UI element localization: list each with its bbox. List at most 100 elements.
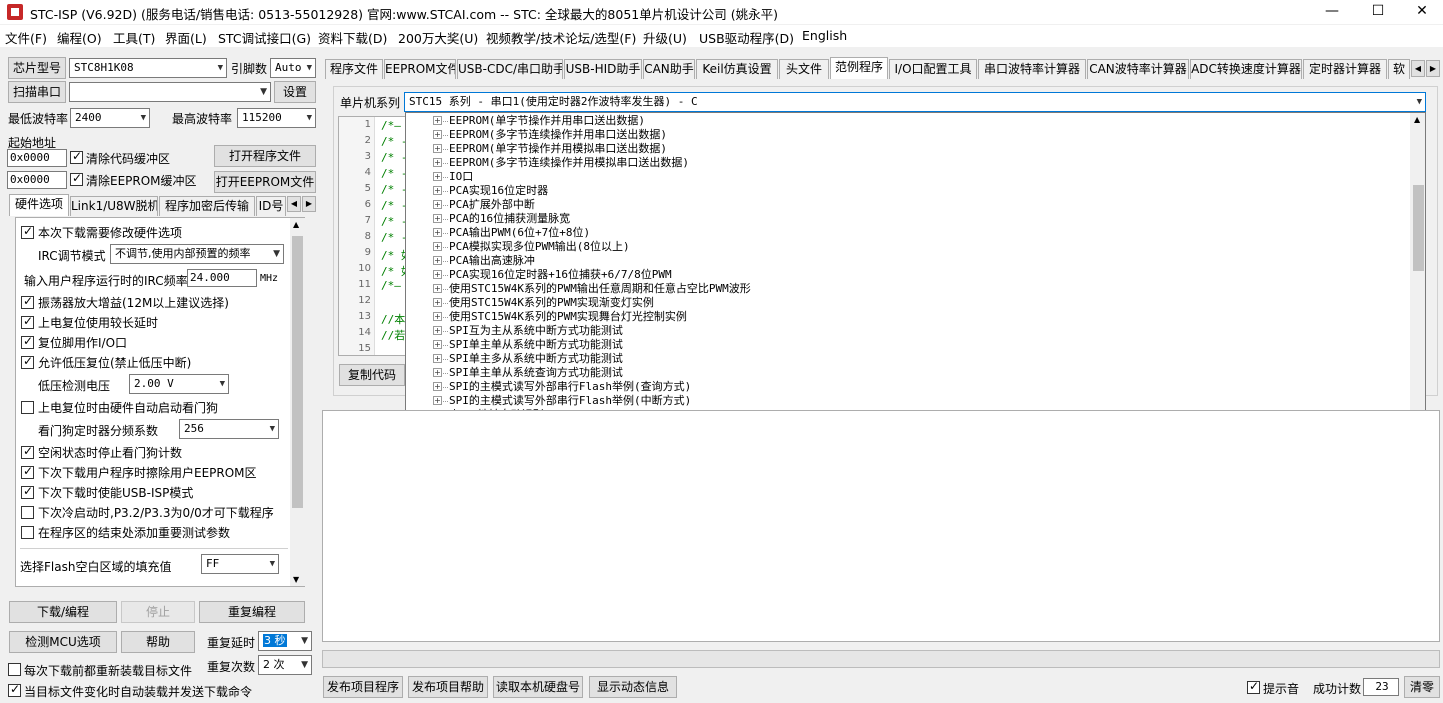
tab-uart-baud[interactable]: 串口波特率计算器 <box>978 59 1086 79</box>
code-addr-input[interactable]: 0x0000 <box>7 149 67 167</box>
tree-item[interactable]: PCA模拟实现多位PWM输出(8位以上) <box>449 240 630 254</box>
usb-isp-checkbox[interactable] <box>21 484 34 499</box>
menu-program[interactable]: 编程(O) <box>57 28 102 47</box>
clear-count-button[interactable]: 清零 <box>1404 676 1440 698</box>
expand-icon[interactable]: + <box>433 326 442 335</box>
expand-icon[interactable]: + <box>433 396 442 405</box>
menu-file[interactable]: 文件(F) <box>5 28 47 47</box>
tree-item[interactable]: PCA实现16位定时器+16位捕获+6/7/8位PWM <box>449 268 672 282</box>
max-baud-select[interactable]: 115200 ▼ <box>237 108 316 128</box>
expand-icon[interactable]: + <box>433 186 442 195</box>
tree-scrollbar-thumb[interactable] <box>1413 185 1424 271</box>
idle-stop-wdt-checkbox[interactable] <box>21 444 34 459</box>
flash-fill-select[interactable]: FF ▼ <box>201 554 279 574</box>
tab-io-config[interactable]: I/O口配置工具 <box>889 59 977 79</box>
hw-scrollbar-thumb[interactable] <box>292 236 303 508</box>
pin-count-select[interactable]: Auto ▼ <box>270 58 316 78</box>
publish-program-button[interactable]: 发布项目程序 <box>323 676 403 698</box>
menu-video[interactable]: 视频教学/技术论坛/选型(F) <box>486 28 636 47</box>
hint-sound-checkbox[interactable] <box>1247 679 1260 694</box>
help-button[interactable]: 帮助 <box>121 631 195 653</box>
tab-hardware[interactable]: 硬件选项 <box>9 194 69 216</box>
expand-icon[interactable]: + <box>433 144 442 153</box>
menu-debug[interactable]: STC调试接口(G) <box>218 28 311 47</box>
chevron-up-icon[interactable]: ▲ <box>293 220 299 229</box>
chevron-up-icon[interactable]: ▲ <box>1414 115 1420 124</box>
repeat-delay-select[interactable]: 3 秒 ▼ <box>258 631 312 651</box>
output-log[interactable] <box>322 410 1440 642</box>
code-editor[interactable]: 1 /*— 2 /* - 3 /* - 4 /* - 5 /* - 6 /* - 7 /* - 8 /* - 9… <box>338 116 412 356</box>
expand-icon[interactable]: + <box>433 172 442 181</box>
reprogram-button[interactable]: 重复编程 <box>199 601 305 623</box>
settings-button[interactable]: 设置 <box>274 81 316 103</box>
power-delay-checkbox[interactable] <box>21 314 34 329</box>
port-select[interactable]: ▼ <box>69 82 271 102</box>
add-params-checkbox[interactable] <box>21 526 34 539</box>
expand-icon[interactable]: + <box>433 116 442 125</box>
expand-icon[interactable]: + <box>433 214 442 223</box>
tab-program-file[interactable]: 程序文件 <box>325 59 383 79</box>
chip-type-select[interactable]: STC8H1K08 ▼ <box>69 58 227 78</box>
chevron-down-icon[interactable]: ▼ <box>293 575 299 584</box>
tab-eeprom-file[interactable]: EEPROM文件 <box>384 59 456 79</box>
tab-can-baud[interactable]: CAN波特率计算器 <box>1087 59 1189 79</box>
copy-code-button[interactable]: 复制代码 <box>339 364 405 386</box>
close-button[interactable]: ✕ <box>1399 0 1443 24</box>
expand-icon[interactable]: + <box>433 270 442 279</box>
tree-item[interactable]: EEPROM(单字节操作并用串口送出数据) <box>449 114 645 128</box>
tab-header-file[interactable]: 头文件 <box>779 59 829 79</box>
scan-port-button[interactable]: 扫描串口 <box>8 81 66 103</box>
tab-timer-calc[interactable]: 定时器计算器 <box>1303 59 1387 79</box>
open-program-file-button[interactable]: 打开程序文件 <box>214 145 316 167</box>
chip-type-button[interactable]: 芯片型号 <box>8 57 66 79</box>
menu-usb-driver[interactable]: USB驱动程序(D) <box>699 28 794 47</box>
menu-interface[interactable]: 界面(L) <box>165 28 207 47</box>
eeprom-addr-input[interactable]: 0x0000 <box>7 171 67 189</box>
tree-item[interactable]: 使用STC15W4K系列的PWM实现舞台灯光控制实例 <box>449 310 687 324</box>
expand-icon[interactable]: + <box>433 382 442 391</box>
tree-item[interactable]: SPI单主单从系统查询方式功能测试 <box>449 366 623 380</box>
tab-id[interactable]: ID号 <box>256 196 286 216</box>
tab-usb-hid[interactable]: USB-HID助手 <box>564 59 642 79</box>
detect-mcu-button[interactable]: 检测MCU选项 <box>9 631 117 653</box>
tab-adc-speed[interactable]: ADC转换速度计算器 <box>1190 59 1302 79</box>
tree-item[interactable]: PCA的16位捕获测量脉宽 <box>449 212 570 226</box>
auto-reload-checkbox[interactable] <box>8 682 21 697</box>
mcu-series-select[interactable]: STC15 系列 - 串口1(使用定时器2作波特率发生器) - C ▼ <box>404 92 1426 112</box>
expand-icon[interactable]: + <box>433 368 442 377</box>
tree-item[interactable]: 使用STC15W4K系列的PWM实现渐变灯实例 <box>449 296 654 310</box>
erase-eeprom-checkbox[interactable] <box>21 464 34 479</box>
reset-io-checkbox[interactable] <box>21 334 34 349</box>
tab-keil[interactable]: Keil仿真设置 <box>696 59 778 79</box>
expand-icon[interactable]: + <box>433 256 442 265</box>
tree-item[interactable]: EEPROM(多字节连续操作并用模拟串口送出数据) <box>449 156 689 170</box>
wdt-div-select[interactable]: 256 ▼ <box>179 419 279 439</box>
tree-item[interactable]: PCA实现16位定时器 <box>449 184 548 198</box>
expand-icon[interactable]: + <box>433 354 442 363</box>
menu-english[interactable]: English <box>802 28 847 43</box>
tabs-scroll-left[interactable]: ◀ <box>1411 60 1425 77</box>
tab-scroll-left[interactable]: ◀ <box>287 196 301 212</box>
reload-before-checkbox[interactable] <box>8 663 21 676</box>
tab-examples[interactable]: 范例程序 <box>830 57 888 79</box>
tree-item[interactable]: PCA输出高速脉冲 <box>449 254 535 268</box>
clear-code-buf-checkbox[interactable] <box>70 149 83 164</box>
wdt-auto-checkbox[interactable] <box>21 401 34 414</box>
tree-item[interactable]: IO口 <box>449 170 473 184</box>
menu-prize[interactable]: 200万大奖(U) <box>398 28 478 47</box>
tab-encrypt[interactable]: 程序加密后传输 <box>159 196 255 216</box>
open-eeprom-file-button[interactable]: 打开EEPROM文件 <box>214 171 316 193</box>
tab-link1[interactable]: Link1/U8W脱机 <box>70 196 158 216</box>
expand-icon[interactable]: + <box>433 228 442 237</box>
read-disk-id-button[interactable]: 读取本机硬盘号 <box>493 676 583 698</box>
expand-icon[interactable]: + <box>433 340 442 349</box>
modify-options-checkbox[interactable] <box>21 224 34 239</box>
irc-mode-select[interactable]: 不调节,使用内部预置的频率 ▼ <box>110 244 284 264</box>
tree-item[interactable]: 使用STC15W4K系列的PWM输出任意周期和任意占空比PWM波形 <box>449 282 751 296</box>
expand-icon[interactable]: + <box>433 298 442 307</box>
tree-item[interactable]: PCA输出PWM(6位+7位+8位) <box>449 226 590 240</box>
repeat-count-select[interactable]: 2 次 ▼ <box>258 655 312 675</box>
expand-icon[interactable]: + <box>433 242 442 251</box>
tab-scroll-right[interactable]: ▶ <box>302 196 316 212</box>
tree-item[interactable]: SPI单主多从系统中断方式功能测试 <box>449 352 623 366</box>
